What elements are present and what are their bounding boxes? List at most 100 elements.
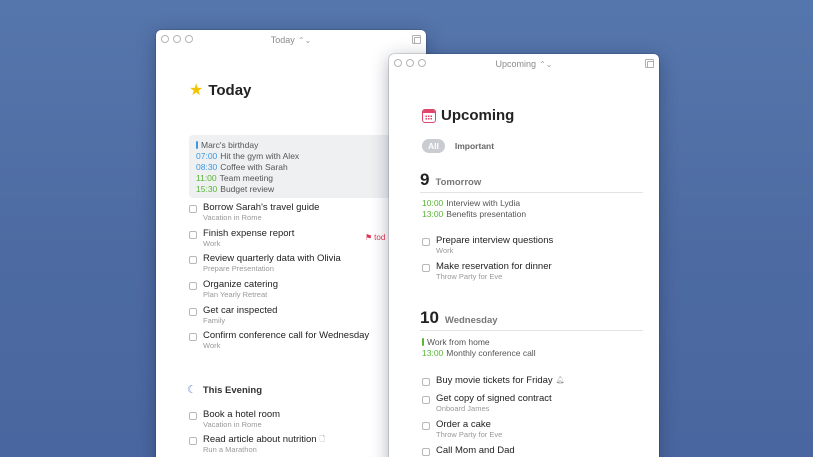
close-button[interactable] (161, 35, 169, 43)
event-color-bar (196, 141, 198, 149)
task-title: Book a hotel room (203, 409, 281, 420)
task-checkbox[interactable] (189, 282, 197, 290)
task-title: Prepare interview questions (436, 235, 554, 246)
task-item[interactable]: Organize catering Plan Yearly Retreat (189, 279, 278, 299)
day-name: Tomorrow (435, 177, 482, 188)
event-label: Team meeting (219, 173, 274, 183)
task-title: Call Mom and Dad (436, 445, 515, 456)
task-title: Get copy of signed contract (436, 393, 552, 404)
task-project: Prepare Presentation (203, 264, 274, 273)
today-titlebar: Today ⌃⌄ (156, 30, 426, 50)
task-checkbox[interactable] (422, 448, 430, 456)
task-checkbox[interactable] (422, 396, 430, 404)
window-controls (394, 59, 426, 67)
chevron-up-down-icon: ⌃⌄ (297, 35, 312, 45)
day-header: 10 Wednesday (420, 308, 498, 328)
upcoming-window: Upcoming ⌃⌄ Upcoming All Important 9 Tom… (389, 54, 659, 457)
filter-bar: All Important (422, 139, 494, 153)
task-checkbox[interactable] (189, 333, 197, 341)
task-item[interactable]: Get copy of signed contract Onboard James (422, 393, 552, 413)
filter-all[interactable]: All (422, 139, 445, 153)
zoom-button[interactable] (418, 59, 426, 67)
task-title: Order a cake (436, 419, 491, 430)
day-number: 9 (420, 170, 430, 189)
task-checkbox[interactable] (189, 205, 197, 213)
event-label: Monthly conference call (446, 348, 536, 358)
event-row[interactable]: 13:00 Monthly conference call (422, 348, 536, 359)
window-title-menu[interactable]: Today ⌃⌄ (271, 35, 311, 45)
task-checkbox[interactable] (189, 412, 197, 420)
event-label: Hit the gym with Alex (220, 151, 300, 161)
calendar-icon (422, 108, 436, 123)
task-project: Family (203, 316, 226, 325)
minimize-button[interactable] (406, 59, 414, 67)
task-project: Vacation in Rome (203, 213, 262, 222)
task-title: Review quarterly data with Olivia (203, 253, 341, 264)
event-time: 15:30 (196, 184, 218, 194)
task-title-text: Buy movie tickets for Friday (436, 375, 553, 386)
task-item[interactable]: Borrow Sarah's travel guide Vacation in R… (189, 202, 319, 222)
task-title: Confirm conference call for Wednesday (203, 330, 370, 341)
day-name: Wednesday (444, 315, 498, 326)
event-color-bar (422, 338, 424, 346)
close-button[interactable] (394, 59, 402, 67)
task-project: Plan Yearly Retreat (203, 290, 268, 299)
day-divider (420, 192, 643, 193)
task-project: Work (203, 239, 221, 248)
page-title: ★ Today (189, 82, 251, 99)
task-item[interactable]: Finish expense report Work (189, 228, 294, 248)
task-title: Finish expense report (203, 228, 295, 239)
event-row[interactable]: 10:00 Interview with Lydia (422, 198, 526, 209)
task-title: Buy movie tickets for Friday 🔔︎ (436, 375, 565, 386)
new-window-icon[interactable] (412, 35, 421, 44)
event-row[interactable]: Work from home (422, 337, 536, 348)
zoom-button[interactable] (185, 35, 193, 43)
event-time: 10:00 (422, 198, 444, 208)
calendar-events: Work from home 13:00 Monthly conference c… (422, 337, 536, 359)
page-title-text: Today (208, 82, 252, 99)
day-divider (420, 330, 643, 331)
event-label: Benefits presentation (446, 209, 527, 219)
section-heading-evening: ☾ This Evening (187, 384, 262, 397)
today-window: Today ⌃⌄ ★ Today Marc's birthday 07:00 Hi… (156, 30, 426, 457)
task-checkbox[interactable] (422, 378, 430, 386)
task-item[interactable]: Get car inspected Family (189, 305, 277, 325)
task-title: Read article about nutrition 🗋 (203, 434, 325, 445)
task-item[interactable]: Buy movie tickets for Friday 🔔︎ (422, 375, 565, 386)
event-row[interactable]: 13:00 Benefits presentation (422, 209, 526, 220)
minimize-button[interactable] (173, 35, 181, 43)
task-checkbox[interactable] (189, 308, 197, 316)
event-label: Interview with Lydia (446, 198, 521, 208)
task-item[interactable]: Make reservation for dinner Throw Party f… (422, 261, 552, 281)
today-content: ★ Today Marc's birthday 07:00 Hit the gym… (156, 50, 426, 457)
task-checkbox[interactable] (189, 256, 197, 264)
task-project: Throw Party for Eve (436, 272, 503, 281)
window-title-menu[interactable]: Upcoming ⌃⌄ (496, 59, 553, 69)
task-item[interactable]: Confirm conference call for Wednesday Wor… (189, 330, 369, 350)
task-title: Borrow Sarah's travel guide (203, 202, 320, 213)
task-title: Make reservation for dinner (436, 261, 552, 272)
task-checkbox[interactable] (422, 422, 430, 430)
task-item[interactable]: Prepare interview questions Work (422, 235, 553, 255)
task-checkbox[interactable] (189, 437, 197, 445)
event-label: Marc's birthday (201, 140, 259, 150)
task-item[interactable]: Call Mom and Dad (422, 445, 515, 456)
task-item[interactable]: Book a hotel room Vacation in Rome (189, 409, 280, 429)
moon-icon: ☾ (187, 384, 197, 396)
filter-important[interactable]: Important (455, 141, 494, 151)
task-item[interactable]: Order a cake Throw Party for Eve (422, 419, 502, 439)
task-project: Throw Party for Eve (436, 430, 503, 439)
day-number: 10 (420, 308, 439, 327)
window-controls (161, 35, 193, 43)
new-window-icon[interactable] (645, 59, 654, 68)
task-project: Work (203, 341, 221, 350)
event-time: 11:00 (196, 173, 217, 183)
task-project: Run a Marathon (203, 445, 257, 454)
task-item[interactable]: Read article about nutrition 🗋 Run a Mara… (189, 434, 325, 454)
task-item[interactable]: Review quarterly data with Olivia Prepare… (189, 253, 341, 273)
bell-icon: 🔔︎ (555, 377, 565, 384)
task-checkbox[interactable] (422, 238, 430, 246)
task-checkbox[interactable] (189, 231, 197, 239)
task-checkbox[interactable] (422, 264, 430, 272)
task-title-text: Read article about nutrition (203, 434, 317, 445)
